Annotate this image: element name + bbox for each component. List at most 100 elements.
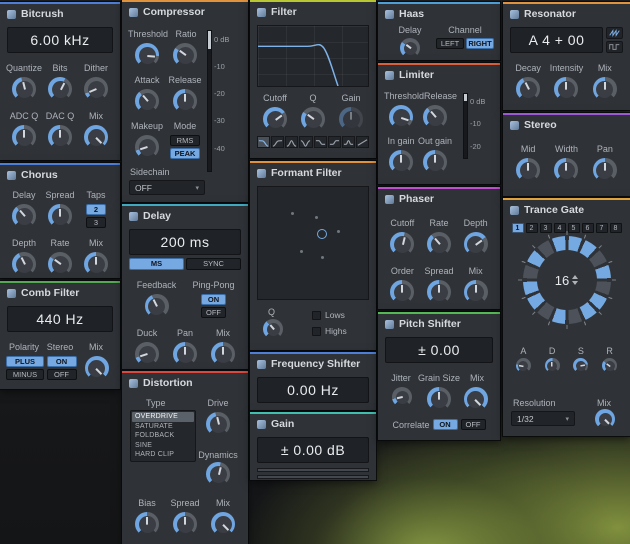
attack-knob[interactable] bbox=[515, 358, 531, 373]
pattern-button-2[interactable]: 2 bbox=[525, 223, 538, 233]
stereo-off-button[interactable]: OFF bbox=[46, 369, 77, 380]
sawtooth-wave-button[interactable] bbox=[606, 27, 623, 39]
pan-knob[interactable] bbox=[592, 158, 617, 182]
filter-shape-notch-button[interactable] bbox=[299, 136, 313, 148]
pan-knob[interactable] bbox=[173, 342, 197, 366]
out-gain-knob[interactable] bbox=[423, 150, 447, 174]
steps-spinner[interactable] bbox=[572, 275, 579, 285]
sustain-knob[interactable] bbox=[573, 358, 589, 373]
decay-knob[interactable] bbox=[516, 77, 541, 101]
filter-shape-allpass-button[interactable] bbox=[355, 136, 369, 148]
pattern-button-7[interactable]: 7 bbox=[595, 223, 608, 233]
delay-knob[interactable] bbox=[12, 204, 36, 228]
filter-shape-lowpass-button[interactable] bbox=[257, 136, 271, 148]
correlate-off-button[interactable]: OFF bbox=[460, 419, 486, 430]
pattern-button-1[interactable]: 1 bbox=[511, 223, 524, 233]
filter-response-graph[interactable] bbox=[257, 25, 369, 87]
intensity-knob[interactable] bbox=[554, 77, 579, 101]
resolution-dropdown[interactable]: 1/32 ▾ bbox=[511, 411, 575, 426]
mix-knob[interactable] bbox=[592, 77, 617, 101]
filter-shape-bandpass-button[interactable] bbox=[285, 136, 299, 148]
release-knob[interactable] bbox=[173, 89, 197, 113]
type-option-saturate[interactable]: SATURATE bbox=[132, 422, 194, 432]
width-knob[interactable] bbox=[554, 158, 579, 182]
polarity-plus-button[interactable]: PLUS bbox=[6, 356, 44, 367]
ratio-knob[interactable] bbox=[173, 43, 197, 67]
feedback-knob[interactable] bbox=[144, 294, 169, 318]
resonator-display[interactable]: A 4 + 00 bbox=[510, 27, 603, 53]
in-gain-knob[interactable] bbox=[389, 150, 413, 174]
type-option-foldback[interactable]: FOLDBACK bbox=[132, 431, 194, 441]
release-knob[interactable] bbox=[423, 105, 447, 129]
delay-knob[interactable] bbox=[400, 38, 420, 58]
lows-checkbox[interactable]: Lows bbox=[312, 310, 347, 320]
gain-knob[interactable] bbox=[339, 107, 363, 131]
attack-knob[interactable] bbox=[135, 89, 159, 113]
pingpong-off-button[interactable]: OFF bbox=[201, 307, 226, 318]
polarity-minus-button[interactable]: MINUS bbox=[6, 369, 44, 380]
bitcrush-display[interactable]: 6.00 kHz bbox=[7, 27, 113, 53]
filter-shape-highpass-button[interactable] bbox=[271, 136, 285, 148]
checkbox-box[interactable] bbox=[312, 310, 321, 320]
type-option-overdrive[interactable]: OVERDRIVE bbox=[132, 412, 194, 422]
jitter-knob[interactable] bbox=[392, 387, 413, 407]
makeup-knob[interactable] bbox=[135, 135, 159, 159]
frequency-shifter-display[interactable]: 0.00 Hz bbox=[257, 377, 369, 403]
rate-knob[interactable] bbox=[48, 252, 72, 276]
order-knob[interactable] bbox=[390, 280, 415, 304]
mix-knob[interactable] bbox=[463, 280, 488, 304]
filter-shape-low-shelf-button[interactable] bbox=[313, 136, 327, 148]
spread-knob[interactable] bbox=[173, 512, 197, 536]
sidechain-dropdown[interactable]: OFF ▾ bbox=[129, 180, 205, 195]
channel-left-button[interactable]: LEFT bbox=[436, 38, 464, 49]
mix-knob[interactable] bbox=[463, 387, 488, 411]
mix-knob[interactable] bbox=[84, 356, 109, 380]
correlate-on-button[interactable]: ON bbox=[432, 419, 458, 430]
stereo-on-button[interactable]: ON bbox=[46, 356, 77, 367]
formant-xy-pad[interactable] bbox=[257, 186, 369, 300]
depth-knob[interactable] bbox=[12, 252, 36, 276]
q-knob[interactable] bbox=[263, 319, 283, 339]
bias-knob[interactable] bbox=[135, 512, 159, 536]
cutoff-knob[interactable] bbox=[390, 232, 415, 256]
q-knob[interactable] bbox=[301, 107, 325, 131]
decay-knob[interactable] bbox=[544, 358, 560, 373]
mix-knob[interactable] bbox=[595, 409, 615, 429]
adc-q-knob[interactable] bbox=[12, 125, 36, 149]
rate-knob[interactable] bbox=[427, 232, 451, 256]
filter-shape-high-shelf-button[interactable] bbox=[327, 136, 341, 148]
sync-button[interactable]: SYNC bbox=[186, 258, 241, 270]
drive-knob[interactable] bbox=[206, 412, 230, 436]
quantize-knob[interactable] bbox=[12, 77, 36, 101]
ms-button[interactable]: MS bbox=[129, 258, 184, 270]
dac-q-knob[interactable] bbox=[48, 125, 72, 149]
threshold-knob[interactable] bbox=[135, 43, 159, 67]
dynamics-knob[interactable] bbox=[206, 462, 230, 486]
mode-peak-button[interactable]: PEAK bbox=[170, 148, 200, 159]
spinner-down-icon[interactable] bbox=[572, 281, 579, 285]
mix-knob[interactable] bbox=[84, 125, 108, 149]
taps-2-button[interactable]: 2 bbox=[86, 204, 106, 215]
mode-rms-button[interactable]: RMS bbox=[170, 135, 200, 146]
comb-display[interactable]: 440 Hz bbox=[7, 306, 113, 332]
pattern-button-6[interactable]: 6 bbox=[581, 223, 594, 233]
pitch-display[interactable]: ± 0.00 bbox=[385, 337, 493, 363]
release-knob[interactable] bbox=[602, 358, 618, 373]
spread-knob[interactable] bbox=[427, 280, 451, 304]
dither-knob[interactable] bbox=[84, 77, 108, 101]
taps-3-button[interactable]: 3 bbox=[86, 217, 106, 228]
channel-right-button[interactable]: RIGHT bbox=[466, 38, 494, 49]
pad-cursor[interactable] bbox=[316, 229, 327, 240]
pingpong-on-button[interactable]: ON bbox=[201, 294, 226, 305]
square-wave-button[interactable] bbox=[606, 41, 623, 53]
filter-shape-peak-button[interactable] bbox=[341, 136, 355, 148]
threshold-knob[interactable] bbox=[389, 105, 413, 129]
spread-knob[interactable] bbox=[48, 204, 72, 228]
cutoff-knob[interactable] bbox=[263, 107, 287, 131]
depth-knob[interactable] bbox=[463, 232, 488, 256]
delay-display[interactable]: 200 ms bbox=[129, 229, 241, 255]
checkbox-box[interactable] bbox=[312, 326, 321, 336]
mix-knob[interactable] bbox=[211, 512, 235, 536]
grain-size-knob[interactable] bbox=[427, 387, 451, 411]
pattern-button-3[interactable]: 3 bbox=[539, 223, 552, 233]
